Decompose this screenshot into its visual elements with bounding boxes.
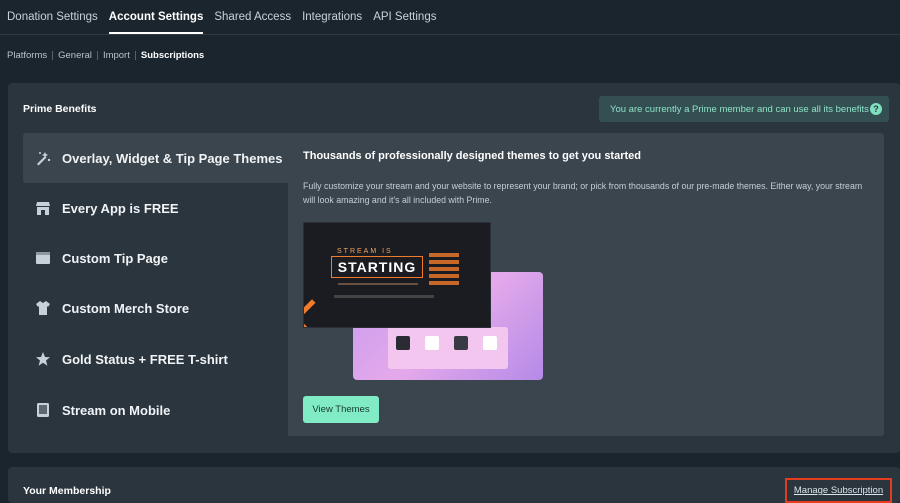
subtab-general[interactable]: General [58,50,92,61]
store-icon [35,200,51,216]
subtab-platforms[interactable]: Platforms [7,50,47,61]
sub-navigation: Platforms General Import Subscriptions [7,47,204,63]
prime-status-note: You are currently a Prime member and can… [599,96,889,122]
theme-preview-image: STREAM IS STARTING [303,222,543,382]
membership-card: Your Membership Manage Subscription [8,467,900,503]
benefit-label: Overlay, Widget & Tip Page Themes [62,150,283,166]
preview-subline [338,283,418,285]
prime-benefits-card: Prime Benefits You are currently a Prime… [8,83,900,453]
detail-description: Fully customize your stream and your web… [303,181,863,205]
preview-starting-text: STARTING [331,256,423,278]
benefit-label: Custom Tip Page [62,250,168,266]
benefit-detail-panel: Thousands of professionally designed the… [288,133,884,436]
preview-schedule [429,253,459,291]
star-icon [35,351,51,367]
browser-window-icon [35,250,51,266]
tab-donation-settings[interactable]: Donation Settings [7,0,98,34]
tabs-divider [0,34,900,35]
benefit-stream-mobile[interactable]: Stream on Mobile [23,385,288,435]
preview-socials [334,295,434,298]
tab-api-settings[interactable]: API Settings [373,0,436,34]
preview-item [454,336,468,350]
preview-item [425,336,439,350]
subtab-import[interactable]: Import [103,50,130,61]
prime-benefits-title: Prime Benefits [23,103,97,115]
preview-item [396,336,410,350]
tablet-icon [35,402,51,418]
help-icon[interactable]: ? [870,103,882,115]
benefit-themes[interactable]: Overlay, Widget & Tip Page Themes [23,133,288,183]
benefit-label: Stream on Mobile [62,402,171,418]
benefit-label: Every App is FREE [62,200,179,216]
preview-item [483,336,497,350]
subtab-separator [96,50,98,60]
preview-caption: STREAM IS [337,248,393,255]
detail-heading: Thousands of professionally designed the… [303,150,641,162]
subtab-separator [52,50,54,60]
top-navigation: Donation Settings Account Settings Share… [0,0,900,34]
membership-title: Your Membership [23,485,111,497]
subtab-separator [134,50,136,60]
benefit-label: Custom Merch Store [62,300,190,316]
theme-preview-primary: STREAM IS STARTING [303,222,491,328]
benefit-gold-status[interactable]: Gold Status + FREE T-shirt [23,334,288,384]
view-themes-button[interactable]: View Themes [303,396,379,423]
tab-shared-access[interactable]: Shared Access [214,0,291,34]
prime-status-text: You are currently a Prime member and can… [610,103,869,115]
tshirt-icon [35,300,51,316]
benefit-tip-page[interactable]: Custom Tip Page [23,233,288,283]
preview-orange-corner [304,299,332,327]
magic-wand-icon [35,150,51,166]
benefit-apps[interactable]: Every App is FREE [23,183,288,233]
benefit-merch-store[interactable]: Custom Merch Store [23,283,288,333]
manage-subscription-link[interactable]: Manage Subscription [785,478,892,503]
preview-shop-strip [388,327,508,369]
benefit-label: Gold Status + FREE T-shirt [62,351,228,367]
subtab-subscriptions[interactable]: Subscriptions [141,50,204,61]
tab-account-settings[interactable]: Account Settings [108,0,203,34]
tab-integrations[interactable]: Integrations [302,0,362,34]
